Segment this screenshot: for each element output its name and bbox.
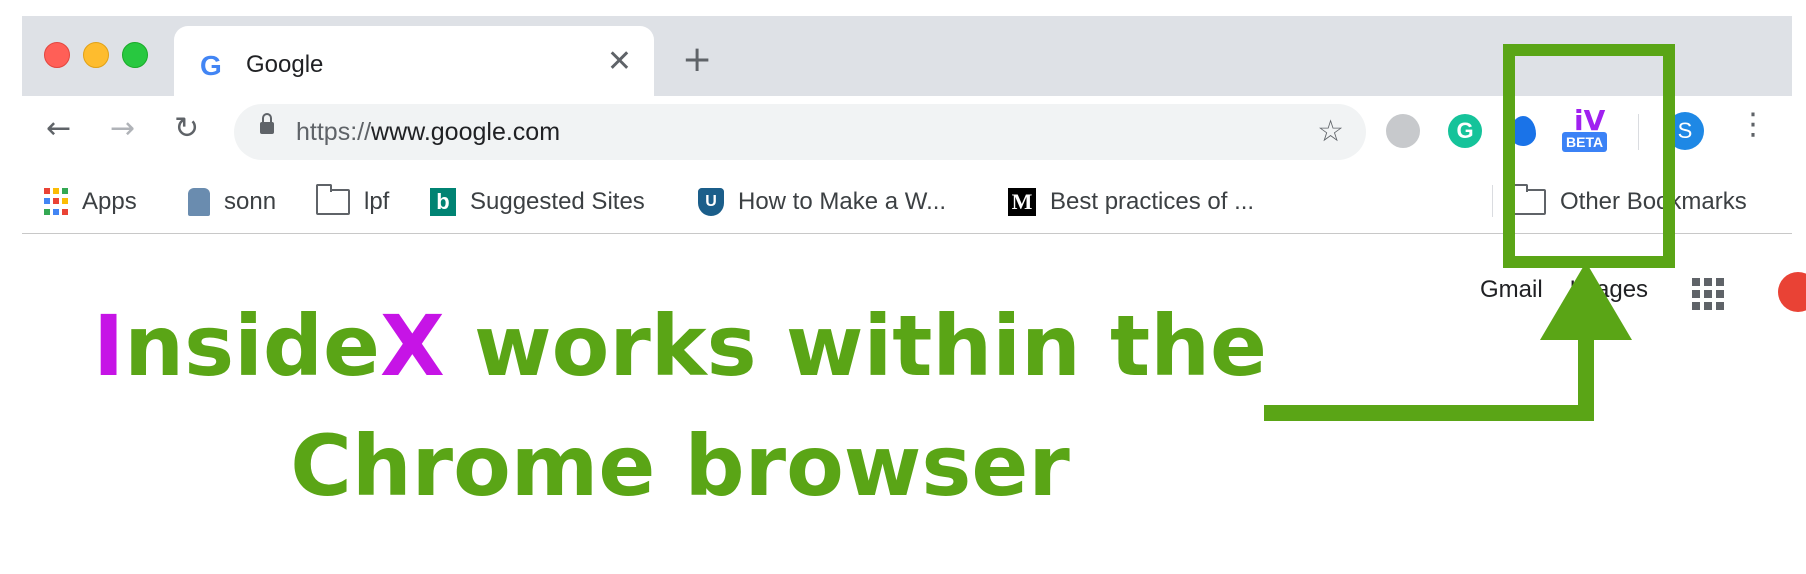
google-header-links: Gmail Images bbox=[1480, 276, 1668, 304]
bookmark-lpf[interactable]: lpf bbox=[316, 184, 390, 219]
url-scheme: https:// bbox=[296, 118, 372, 146]
bookmark-label: Best practices of ... bbox=[1050, 188, 1255, 215]
gmail-link[interactable]: Gmail bbox=[1480, 276, 1543, 303]
bing-icon: b bbox=[430, 188, 456, 216]
tab-google[interactable]: G Google ✕ bbox=[174, 26, 654, 98]
headline-inside-rest: nside bbox=[124, 297, 380, 395]
bookmarks-divider bbox=[1492, 185, 1493, 217]
new-tab-button[interactable]: + bbox=[682, 42, 712, 78]
maximize-window-button[interactable] bbox=[122, 42, 148, 68]
images-link[interactable]: Images bbox=[1569, 276, 1648, 303]
headline-x: X bbox=[380, 297, 445, 395]
grammarly-extension-icon[interactable]: G bbox=[1448, 114, 1482, 148]
address-bar[interactable]: https://www.google.com ☆ bbox=[234, 104, 1366, 160]
headline-i: I bbox=[93, 297, 125, 395]
google-apps-icon[interactable] bbox=[1692, 278, 1724, 310]
bookmark-best-practices[interactable]: M Best practices of ... bbox=[1008, 185, 1254, 219]
apps-grid-icon bbox=[44, 188, 68, 216]
minimize-window-button[interactable] bbox=[83, 42, 109, 68]
bookmark-star-icon[interactable]: ☆ bbox=[1317, 114, 1344, 149]
close-window-button[interactable] bbox=[44, 42, 70, 68]
url-host: www.google.com bbox=[371, 118, 561, 146]
bookmark-label: lpf bbox=[364, 188, 390, 215]
lightbulb-extension-icon[interactable] bbox=[1386, 114, 1420, 148]
tab-close-icon[interactable]: ✕ bbox=[607, 44, 632, 79]
folder-icon bbox=[316, 184, 350, 215]
bookmark-label: How to Make a W... bbox=[738, 188, 947, 215]
medium-icon: M bbox=[1008, 188, 1036, 216]
person-icon bbox=[188, 188, 210, 216]
bookmark-sonn[interactable]: sonn bbox=[188, 185, 276, 219]
arrow-shaft bbox=[1264, 340, 1594, 421]
back-button[interactable]: ← bbox=[46, 114, 71, 144]
tab-title: Google bbox=[246, 51, 324, 78]
bookmark-suggested-sites[interactable]: b Suggested Sites bbox=[430, 185, 645, 219]
headline-line2: Chrome browser bbox=[290, 417, 1070, 515]
reload-button[interactable]: ↻ bbox=[174, 114, 199, 144]
lock-icon[interactable] bbox=[260, 113, 274, 134]
url-text[interactable]: https://www.google.com bbox=[296, 118, 560, 147]
chrome-menu-icon[interactable]: ⋮ bbox=[1738, 110, 1768, 140]
headline: InsideX works within the Chrome browser bbox=[80, 286, 1280, 526]
shield-icon: U bbox=[698, 188, 724, 216]
google-account-avatar[interactable] bbox=[1778, 272, 1806, 312]
extension-highlight-box bbox=[1503, 44, 1675, 268]
bookmark-label: Apps bbox=[82, 188, 137, 215]
bookmark-label: sonn bbox=[224, 188, 277, 215]
bookmark-apps[interactable]: Apps bbox=[44, 185, 137, 219]
google-favicon-icon: G bbox=[200, 50, 222, 81]
headline-rest: works within the bbox=[444, 297, 1267, 395]
bookmark-how-to-make[interactable]: U How to Make a W... bbox=[698, 185, 946, 219]
bookmark-label: Suggested Sites bbox=[470, 188, 645, 215]
forward-button[interactable]: → bbox=[110, 114, 135, 144]
headline-line1: InsideX works within the bbox=[80, 286, 1280, 406]
